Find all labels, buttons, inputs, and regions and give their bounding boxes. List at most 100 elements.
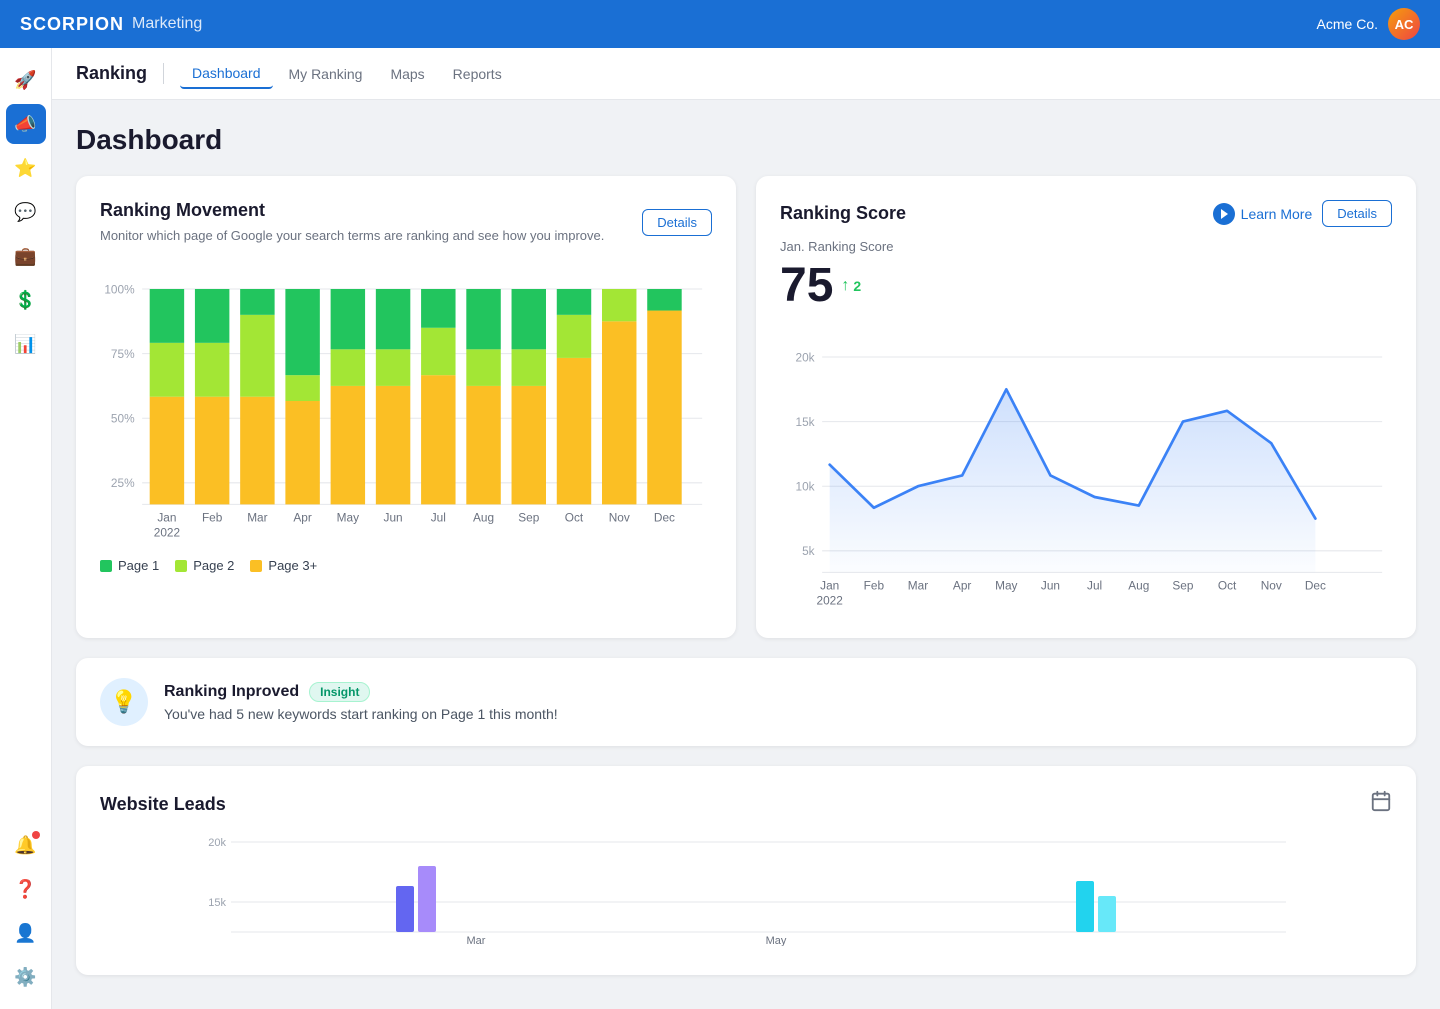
- svg-text:25%: 25%: [111, 476, 135, 490]
- top-nav: SCORPION Marketing Acme Co. AC: [0, 0, 1440, 48]
- sidebar-icon-megaphone[interactable]: 📣: [6, 104, 46, 144]
- svg-text:100%: 100%: [104, 282, 135, 296]
- insight-title-row: Ranking Inproved Insight: [164, 682, 1392, 702]
- insight-title: Ranking Inproved: [164, 683, 299, 701]
- legend-dot-page1: [100, 560, 112, 572]
- ranking-score-actions: Learn More Details: [1213, 200, 1392, 227]
- svg-text:Oct: Oct: [1218, 579, 1237, 593]
- svg-text:75%: 75%: [111, 347, 135, 361]
- user-avatar[interactable]: AC: [1388, 8, 1420, 40]
- svg-text:May: May: [766, 935, 787, 946]
- legend-dot-page3: [250, 560, 262, 572]
- sub-nav-reports[interactable]: Reports: [441, 60, 514, 88]
- sidebar: 🚀 📣 ⭐ 💬 💼 💲 📊 🔔 ❓ 👤 ⚙️: [0, 48, 52, 1009]
- bar-chart-svg: 100% 75% 50% 25%: [100, 261, 712, 541]
- user-area[interactable]: Acme Co. AC: [1317, 8, 1420, 40]
- svg-text:Oct: Oct: [565, 511, 584, 525]
- insight-desc: You've had 5 new keywords start ranking …: [164, 706, 1392, 722]
- svg-text:Nov: Nov: [609, 511, 630, 525]
- cards-row: Ranking Movement Monitor which page of G…: [76, 176, 1416, 638]
- svg-text:15k: 15k: [208, 897, 226, 909]
- learn-more-btn[interactable]: Learn More: [1213, 203, 1313, 225]
- brand: SCORPION Marketing: [20, 14, 202, 35]
- svg-text:Jul: Jul: [1087, 579, 1102, 593]
- svg-text:May: May: [995, 579, 1017, 593]
- ranking-score-header: Ranking Score Learn More Details: [780, 200, 1392, 227]
- insight-badge: Insight: [309, 682, 370, 702]
- svg-text:Mar: Mar: [247, 511, 267, 525]
- score-period-label: Jan. Ranking Score: [780, 239, 1392, 254]
- brand-sub: Marketing: [132, 15, 202, 33]
- insight-icon: 💡: [100, 678, 148, 726]
- score-change-value: 2: [853, 278, 861, 294]
- ranking-movement-desc: Monitor which page of Google your search…: [100, 227, 604, 245]
- line-chart-fill: [830, 389, 1316, 572]
- svg-text:20k: 20k: [796, 350, 815, 364]
- svg-text:Jun: Jun: [1041, 579, 1060, 593]
- ranking-score-card: Ranking Score Learn More Details Jan. Ra…: [756, 176, 1416, 638]
- ranking-movement-card: Ranking Movement Monitor which page of G…: [76, 176, 736, 638]
- svg-text:20k: 20k: [208, 837, 226, 849]
- sub-nav-my-ranking[interactable]: My Ranking: [277, 60, 375, 88]
- ranking-score-chart: 20k 15k 10k 5k: [780, 329, 1392, 614]
- svg-text:Jun: Jun: [384, 511, 403, 525]
- svg-text:Jan: Jan: [820, 579, 839, 593]
- ranking-movement-chart: 100% 75% 50% 25%: [100, 261, 712, 573]
- svg-text:Aug: Aug: [1128, 579, 1149, 593]
- arrow-up-icon: ↑: [841, 277, 849, 295]
- sidebar-icon-person[interactable]: 👤: [6, 913, 46, 953]
- sidebar-icon-question[interactable]: ❓: [6, 869, 46, 909]
- svg-text:15k: 15k: [796, 415, 815, 429]
- learn-more-label: Learn More: [1241, 206, 1313, 222]
- sidebar-icon-star[interactable]: ⭐: [6, 148, 46, 188]
- svg-text:Mar: Mar: [908, 579, 928, 593]
- sidebar-icon-dollar[interactable]: 💲: [6, 280, 46, 320]
- sub-nav-title: Ranking: [76, 63, 164, 84]
- insight-card: 💡 Ranking Inproved Insight You've had 5 …: [76, 658, 1416, 746]
- sidebar-icon-gear[interactable]: ⚙️: [6, 957, 46, 997]
- svg-text:Sep: Sep: [1172, 579, 1193, 593]
- line-chart-svg: 20k 15k 10k 5k: [780, 329, 1392, 609]
- website-leads-title: Website Leads: [100, 794, 226, 815]
- svg-text:50%: 50%: [111, 412, 135, 426]
- sub-nav-dashboard[interactable]: Dashboard: [180, 59, 273, 89]
- svg-text:Aug: Aug: [473, 511, 494, 525]
- svg-text:2022: 2022: [817, 594, 843, 608]
- svg-text:Jan: Jan: [157, 511, 176, 525]
- svg-text:Feb: Feb: [864, 579, 885, 593]
- sub-nav-maps[interactable]: Maps: [378, 60, 436, 88]
- brand-name: SCORPION: [20, 14, 124, 35]
- score-change: ↑ 2: [841, 277, 861, 295]
- ranking-score-title: Ranking Score: [780, 203, 906, 224]
- svg-text:2022: 2022: [154, 526, 180, 540]
- insight-content: Ranking Inproved Insight You've had 5 ne…: [164, 682, 1392, 722]
- svg-text:Apr: Apr: [293, 511, 311, 525]
- svg-text:10k: 10k: [796, 480, 815, 494]
- ranking-movement-details-btn[interactable]: Details: [642, 209, 712, 236]
- sidebar-icon-bell[interactable]: 🔔: [6, 825, 46, 865]
- sidebar-icon-briefcase[interactable]: 💼: [6, 236, 46, 276]
- sub-nav: Ranking Dashboard My Ranking Maps Report…: [52, 48, 1440, 100]
- svg-text:Nov: Nov: [1261, 579, 1282, 593]
- calendar-icon[interactable]: [1370, 790, 1392, 818]
- sidebar-icon-chat[interactable]: 💬: [6, 192, 46, 232]
- website-leads-card: Website Leads 20k 15k: [76, 766, 1416, 975]
- sidebar-icon-chart[interactable]: 📊: [6, 324, 46, 364]
- svg-text:May: May: [337, 511, 359, 525]
- play-icon: [1213, 203, 1235, 225]
- ranking-score-details-btn[interactable]: Details: [1322, 200, 1392, 227]
- svg-text:Mar: Mar: [467, 935, 486, 946]
- ranking-movement-title: Ranking Movement: [100, 200, 604, 221]
- bar-chart-legend: Page 1 Page 2 Page 3+: [100, 558, 712, 573]
- website-leads-chart: 20k 15k Mar May: [100, 826, 1392, 946]
- legend-label-page2: Page 2: [193, 558, 234, 573]
- svg-text:Feb: Feb: [202, 511, 223, 525]
- score-number: 75: [780, 258, 833, 313]
- sidebar-icon-rocket[interactable]: 🚀: [6, 60, 46, 100]
- legend-page3: Page 3+: [250, 558, 317, 573]
- score-value-row: 75 ↑ 2: [780, 258, 1392, 313]
- notification-dot: [32, 831, 40, 839]
- legend-label-page3: Page 3+: [268, 558, 317, 573]
- svg-text:Sep: Sep: [518, 511, 539, 525]
- svg-text:Dec: Dec: [1305, 579, 1326, 593]
